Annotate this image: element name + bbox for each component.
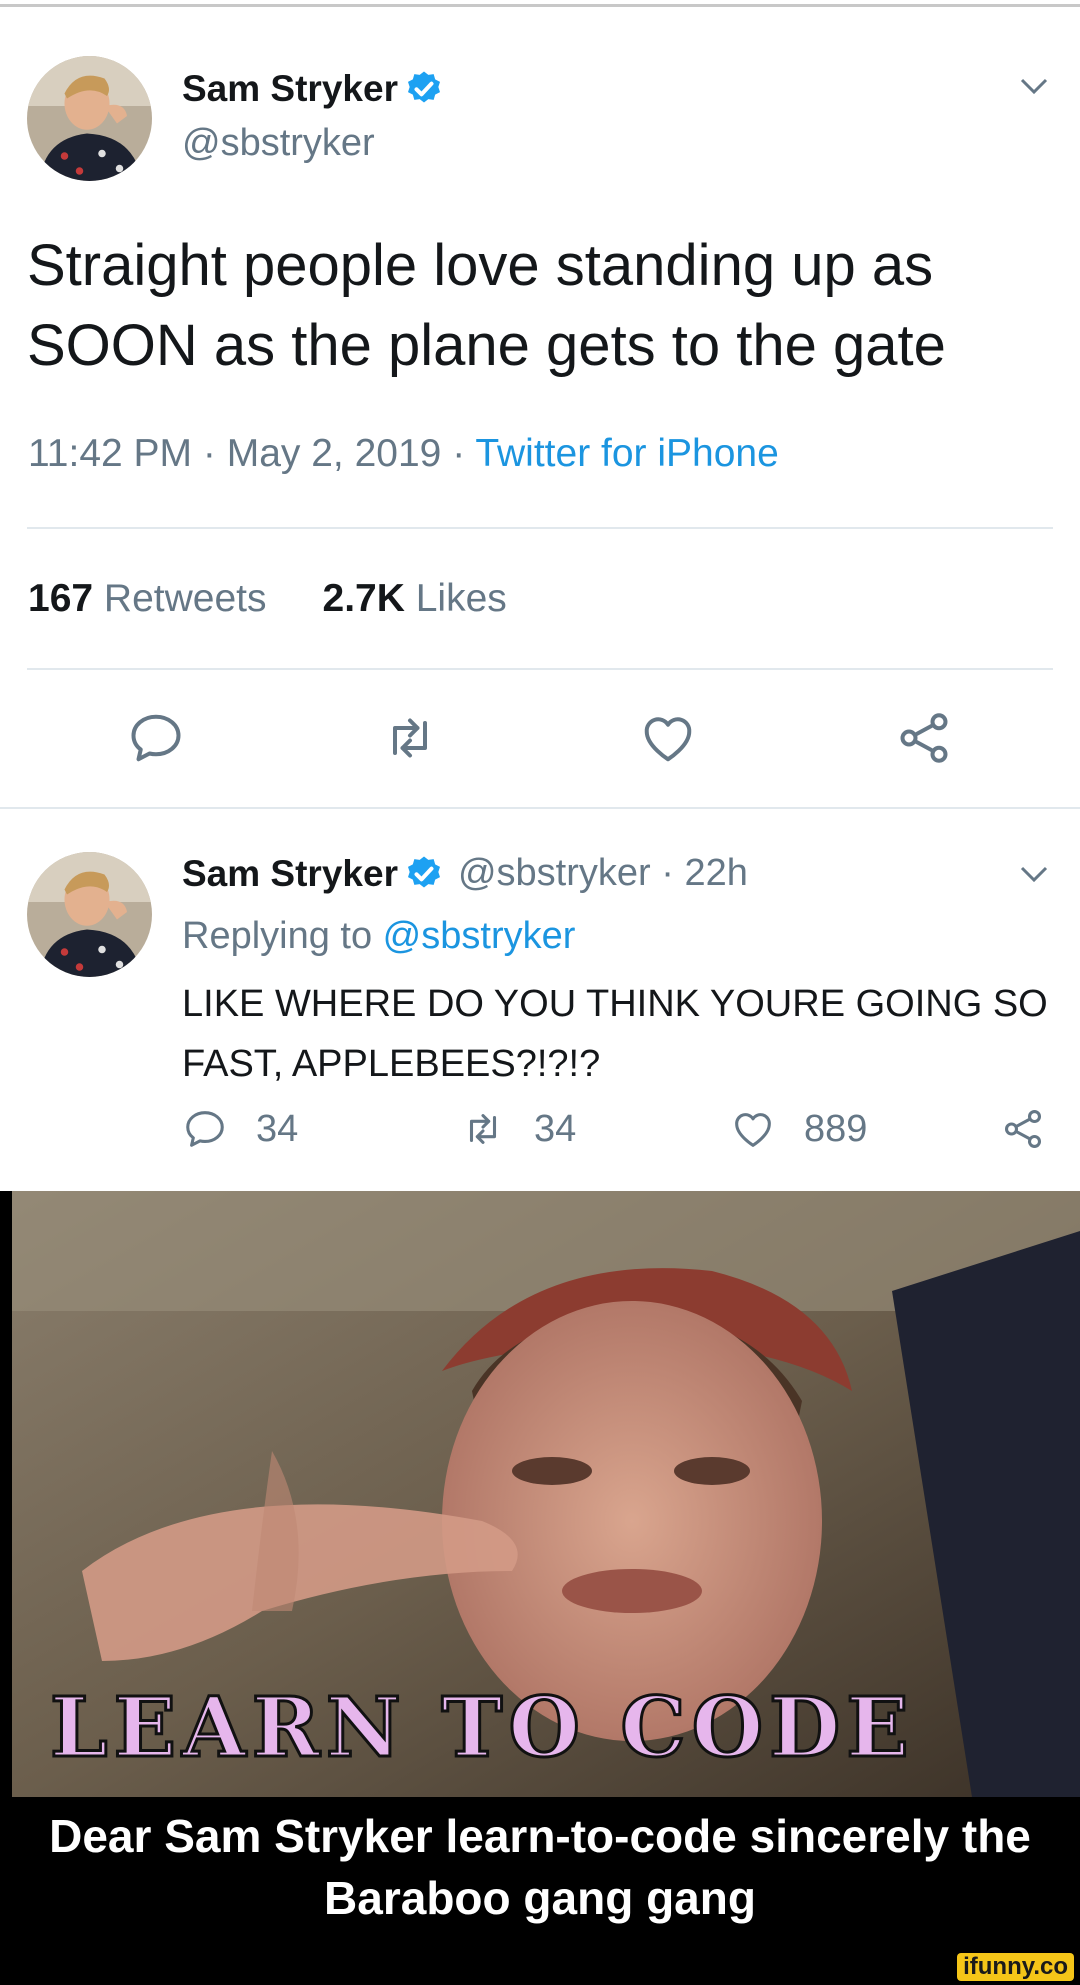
chevron-down-icon[interactable] <box>1016 856 1052 892</box>
reply-header: Sam Stryker @sbstryker · 22h <box>182 852 748 895</box>
meta-separator: · <box>441 432 476 475</box>
reply-icon <box>186 1111 224 1147</box>
author-name-row[interactable]: Sam Stryker <box>182 68 444 110</box>
retweet-icon[interactable] <box>380 708 440 768</box>
retweets-stat[interactable]: 167 Retweets <box>28 577 267 621</box>
divider <box>27 527 1053 529</box>
likes-stat[interactable]: 2.7K Likes <box>323 577 507 621</box>
replying-to: Replying to @sbstryker <box>182 915 575 958</box>
author-avatar[interactable] <box>27 56 152 181</box>
divider <box>27 668 1053 670</box>
top-divider <box>0 4 1080 7</box>
tweet-meta: 11:42 PM · May 2, 2019 · Twitter for iPh… <box>28 432 779 476</box>
like-icon <box>735 1113 771 1147</box>
reply-age: 22h <box>684 852 748 894</box>
replying-prefix: Replying to <box>182 915 383 957</box>
likes-count: 2.7K <box>322 577 405 620</box>
reply-author-handle[interactable]: @sbstryker <box>458 852 651 895</box>
reply-share-action[interactable] <box>1000 1106 1074 1152</box>
verified-badge-icon <box>407 856 440 887</box>
share-icon <box>1004 1110 1042 1148</box>
likes-label: Likes <box>415 577 507 620</box>
retweet-count: 34 <box>534 1107 577 1150</box>
tweet-text: Straight people love standing up as SOON… <box>27 233 946 378</box>
reply-like-action[interactable]: 889 <box>730 1106 867 1152</box>
author-handle[interactable]: @sbstryker <box>182 122 375 165</box>
reply-count: 34 <box>256 1107 299 1150</box>
meme-overlay-text: LEARN TO CODE <box>49 1679 915 1778</box>
tweet-stats: 167 Retweets 2.7K Likes <box>28 577 507 621</box>
reply-author-name[interactable]: Sam Stryker <box>182 853 398 895</box>
reply-author-avatar[interactable] <box>27 852 152 977</box>
like-count: 889 <box>804 1107 868 1150</box>
chevron-down-icon[interactable] <box>1016 68 1052 104</box>
retweet-icon <box>469 1114 497 1144</box>
ifunny-watermark: ifunny.co <box>957 1953 1074 1981</box>
author-name[interactable]: Sam Stryker <box>182 68 398 110</box>
retweets-count: 167 <box>28 577 94 620</box>
meta-separator: · <box>192 432 227 475</box>
divider <box>0 807 1080 809</box>
reply-text: LIKE WHERE DO YOU THINK YOURE GOING SO F… <box>182 983 1048 1085</box>
like-icon[interactable] <box>638 708 698 768</box>
tweet-source-link[interactable]: Twitter for iPhone <box>475 432 778 475</box>
retweets-label: Retweets <box>103 577 267 620</box>
tweet-date: May 2, 2019 <box>226 432 442 475</box>
tweet-time: 11:42 PM <box>28 432 193 475</box>
reply-separator: · <box>650 852 685 894</box>
meme-caption: Dear Sam Stryker learn-to-code sincerely… <box>49 1810 1031 1924</box>
reply-reply-action[interactable]: 34 <box>182 1106 298 1152</box>
tweet-card: Sam Stryker @sbstryker Straight people l… <box>0 0 1080 1191</box>
verified-badge-icon <box>407 71 440 103</box>
replying-handle-link[interactable]: @sbstryker <box>383 915 576 957</box>
share-icon[interactable] <box>894 708 954 768</box>
reply-icon[interactable] <box>126 708 186 768</box>
reply-retweet-action[interactable]: 34 <box>460 1106 576 1152</box>
